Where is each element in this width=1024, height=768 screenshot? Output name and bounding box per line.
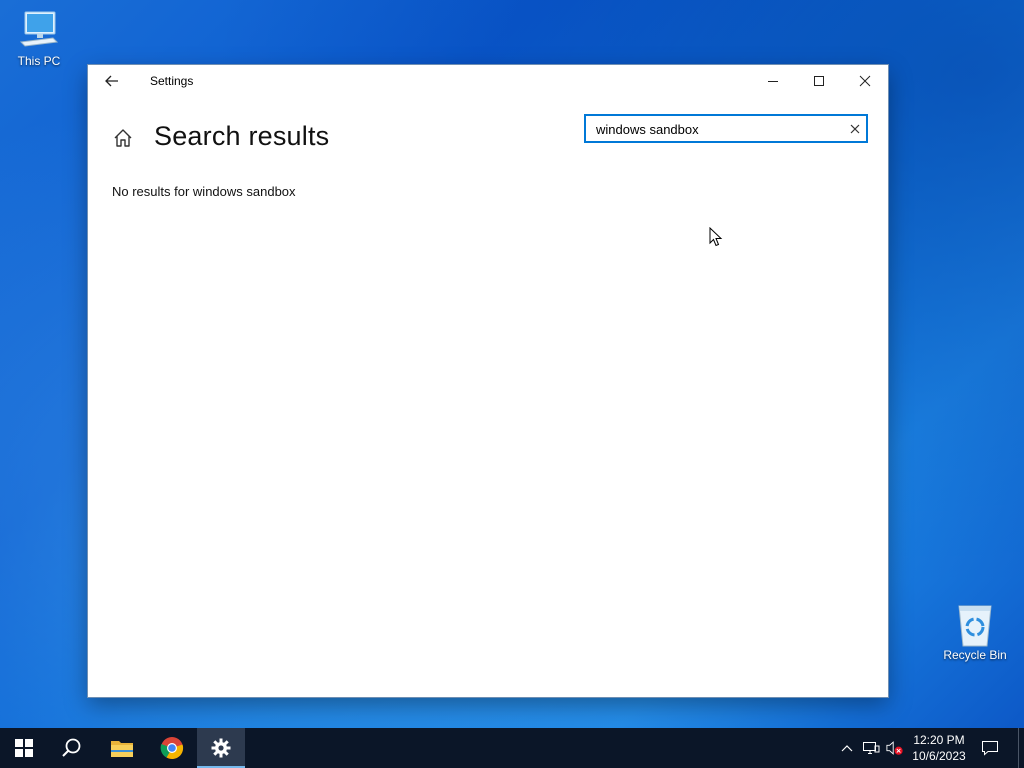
back-arrow-icon: [105, 75, 118, 87]
desktop-icon-label: Recycle Bin: [943, 648, 1007, 662]
clear-icon: [850, 124, 860, 134]
notification-icon: [982, 741, 998, 756]
chevron-up-icon: [841, 745, 853, 752]
close-button[interactable]: [842, 65, 888, 97]
title-bar[interactable]: Settings: [88, 65, 888, 97]
network-tray-button[interactable]: [862, 739, 880, 757]
minimize-icon: [768, 81, 778, 82]
close-icon: [859, 75, 871, 87]
taskbar-chrome[interactable]: [148, 728, 196, 768]
back-button[interactable]: [98, 69, 126, 93]
maximize-icon: [814, 76, 824, 86]
settings-search-box[interactable]: [584, 114, 868, 143]
show-desktop-button[interactable]: [1018, 728, 1024, 768]
chrome-icon: [160, 737, 184, 760]
recycle-bin-icon: [953, 602, 997, 647]
clock-date: 10/6/2023: [912, 749, 966, 763]
gear-icon: [211, 738, 231, 758]
clock-time: 12:20 PM: [913, 733, 965, 747]
clear-search-button[interactable]: [848, 122, 862, 136]
desktop-icon-recycle-bin[interactable]: Recycle Bin: [937, 602, 1013, 662]
show-hidden-icons-button[interactable]: [838, 739, 856, 757]
mouse-cursor-icon: [709, 226, 723, 247]
minimize-button[interactable]: [750, 65, 796, 97]
settings-window: Settings Search results No results for w…: [88, 65, 888, 697]
taskbar: 12:20 PM 10/6/2023: [0, 728, 1024, 768]
maximize-button[interactable]: [796, 65, 842, 97]
taskbar-settings[interactable]: [197, 728, 245, 768]
search-input[interactable]: [596, 119, 836, 139]
taskbar-clock[interactable]: 12:20 PM 10/6/2023: [908, 732, 970, 764]
taskbar-search-button[interactable]: [48, 728, 96, 768]
folder-icon: [111, 741, 133, 757]
search-icon: [62, 738, 81, 757]
desktop-icon-this-pc[interactable]: This PC: [1, 8, 77, 68]
action-center-button[interactable]: [978, 738, 1002, 758]
volume-muted-icon: [886, 741, 903, 755]
start-button[interactable]: [0, 728, 48, 768]
network-icon: [863, 742, 880, 754]
taskbar-file-explorer[interactable]: [98, 728, 146, 768]
computer-icon: [17, 8, 61, 52]
home-icon[interactable]: [112, 127, 134, 149]
desktop-icon-label: This PC: [17, 54, 61, 68]
windows-logo-icon: [15, 739, 33, 757]
no-results-message: No results for windows sandbox: [112, 184, 296, 199]
window-title: Settings: [150, 74, 194, 88]
page-title: Search results: [154, 121, 330, 151]
volume-tray-button[interactable]: [886, 739, 904, 757]
